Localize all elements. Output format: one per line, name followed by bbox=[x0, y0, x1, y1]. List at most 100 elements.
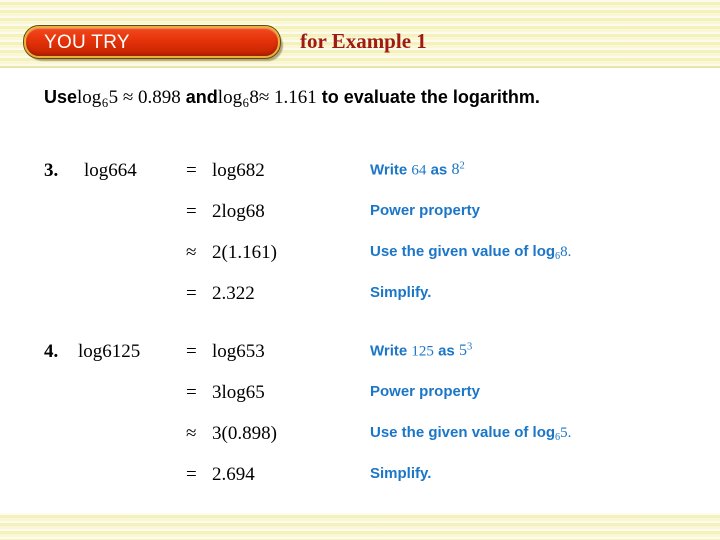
log-base: 6 bbox=[102, 341, 112, 362]
log-value: 1.161 bbox=[274, 87, 317, 108]
relation-symbol: = bbox=[186, 201, 197, 222]
note-tail: 5. bbox=[560, 425, 572, 441]
exponent: 2 bbox=[255, 160, 265, 181]
equation-row: = 3log65 Power property bbox=[0, 382, 720, 423]
step-annotation: Use the given value of log65. bbox=[370, 424, 571, 443]
step-expression: 2.694 bbox=[212, 464, 255, 486]
step-expression: log682 bbox=[212, 160, 265, 182]
note-lead: Use the given value of log bbox=[370, 424, 556, 441]
expression-value: 3(0.898) bbox=[212, 423, 277, 444]
instruction-tail: to evaluate the logarithm. bbox=[321, 87, 540, 107]
step-expression: 2(1.161) bbox=[212, 242, 277, 264]
log-base: 6 bbox=[245, 382, 256, 403]
expression-value: 2(1.161) bbox=[212, 242, 277, 263]
log-argument: 8 bbox=[249, 87, 259, 108]
relation-symbol: ≈ bbox=[186, 242, 197, 263]
problem-block-4: 4. log6125 = log653 Write 125 as 53 = 3log65 Po… bbox=[0, 341, 720, 505]
log-argument: 64 bbox=[117, 160, 137, 181]
log-keyword: log bbox=[221, 382, 246, 403]
relation-symbol: = bbox=[186, 160, 197, 181]
problem-expression: log6125 bbox=[78, 341, 140, 363]
note-lead: Write bbox=[370, 342, 408, 360]
note-value-2: 53 bbox=[458, 342, 473, 360]
log-keyword: log bbox=[84, 160, 109, 181]
bottom-decorative-band bbox=[0, 513, 720, 540]
note-lead: Simplify. bbox=[370, 465, 432, 482]
instruction-conjunction: and bbox=[185, 87, 218, 107]
equation-row: = 2.694 Simplify. bbox=[0, 464, 720, 505]
note-lead: Simplify. bbox=[370, 284, 432, 301]
expression-value: 2.322 bbox=[212, 283, 255, 304]
exponent: 3 bbox=[255, 341, 265, 362]
step-expression: 2log68 bbox=[212, 201, 265, 223]
note-lead: Power property bbox=[370, 202, 481, 219]
log-base: 6 bbox=[236, 341, 246, 362]
log-keyword: log bbox=[77, 87, 102, 108]
relation-symbol: = bbox=[186, 341, 197, 362]
note-exponent: 3 bbox=[466, 342, 473, 353]
step-expression: 3log65 bbox=[212, 382, 265, 404]
step-annotation: Power property bbox=[370, 383, 480, 400]
log-value: 0.898 bbox=[138, 87, 181, 108]
approx-symbol: ≈ bbox=[258, 87, 270, 108]
relation-symbol: = bbox=[186, 283, 197, 304]
relation-symbol: = bbox=[186, 464, 197, 485]
step-annotation: Use the given value of log68. bbox=[370, 243, 571, 262]
note-mid: as bbox=[438, 342, 455, 360]
note-lead: Write bbox=[370, 161, 408, 179]
problem-block-3: 3. log664 = log682 Write 64 as 82 = 2log68 Powe… bbox=[0, 160, 720, 324]
log-keyword: log bbox=[221, 201, 246, 222]
log-argument: 8 bbox=[245, 160, 256, 181]
equation-row: ≈3(0.898) Use the given value of log65. bbox=[0, 423, 720, 464]
you-try-badge: YOU TRY bbox=[23, 25, 283, 61]
relation-symbol: = bbox=[186, 382, 197, 403]
note-value-2: 82 bbox=[451, 161, 465, 179]
instruction-text: Uselog65 ≈ 0.898 andlog68≈ 1.161 to eval… bbox=[44, 86, 664, 111]
log-argument: 8 bbox=[255, 201, 265, 222]
equation-row: = 2log68 Power property bbox=[0, 201, 720, 242]
problem-number: 3. bbox=[44, 160, 59, 181]
approx-symbol: ≈ bbox=[122, 87, 134, 108]
problem-expression: log664 bbox=[84, 160, 137, 182]
log-base: 6 bbox=[236, 160, 246, 181]
step-annotation: Write 64 as 82 bbox=[370, 161, 465, 179]
step-expression: 2.322 bbox=[212, 283, 255, 305]
step-annotation: Write 125 as 53 bbox=[370, 342, 472, 360]
note-mid: as bbox=[430, 161, 448, 179]
coefficient: 3 bbox=[212, 382, 222, 403]
log-keyword: log bbox=[212, 341, 237, 362]
equation-row: 3. log664 = log682 Write 64 as 82 bbox=[0, 160, 720, 201]
instruction-lead: Use bbox=[44, 87, 78, 107]
log-argument: 125 bbox=[111, 341, 141, 362]
log-base: 6 bbox=[245, 201, 256, 222]
log-keyword: log bbox=[217, 87, 243, 108]
step-annotation: Simplify. bbox=[370, 465, 431, 482]
log-base: 6 bbox=[101, 96, 109, 110]
step-expression: log653 bbox=[212, 341, 265, 363]
note-value: 64 bbox=[411, 162, 427, 179]
instruction-expression-1: log65 ≈ 0.898 bbox=[77, 87, 181, 110]
step-annotation: Simplify. bbox=[370, 284, 431, 301]
equation-row: = 2.322 Simplify. bbox=[0, 283, 720, 324]
note-exponent: 2 bbox=[459, 161, 465, 172]
badge-label: YOU TRY bbox=[44, 31, 130, 53]
slide: YOU TRY for Example 1 Uselog65 ≈ 0.898 a… bbox=[0, 0, 720, 540]
badge-pill: YOU TRY bbox=[23, 25, 281, 59]
expression-value: 2.694 bbox=[212, 464, 255, 485]
relation-symbol: ≈ bbox=[186, 423, 197, 444]
log-argument: 5 bbox=[255, 382, 265, 403]
equation-row: ≈2(1.161) Use the given value of log68. bbox=[0, 242, 720, 283]
coefficient: 2 bbox=[212, 201, 222, 222]
problem-number: 4. bbox=[44, 341, 59, 362]
note-lead: Power property bbox=[370, 383, 481, 400]
note-lead: Use the given value of log bbox=[370, 243, 556, 260]
equation-row: 4. log6125 = log653 Write 125 as 53 bbox=[0, 341, 720, 382]
log-argument: 5 bbox=[245, 341, 256, 362]
example-reference-label: for Example 1 bbox=[300, 29, 427, 53]
step-annotation: Power property bbox=[370, 202, 480, 219]
note-value: 125 bbox=[411, 343, 434, 360]
log-keyword: log bbox=[78, 341, 103, 362]
instruction-expression-2: log68≈ 1.161 bbox=[217, 87, 317, 110]
step-expression: 3(0.898) bbox=[212, 423, 277, 445]
log-argument: 5 bbox=[108, 87, 119, 108]
